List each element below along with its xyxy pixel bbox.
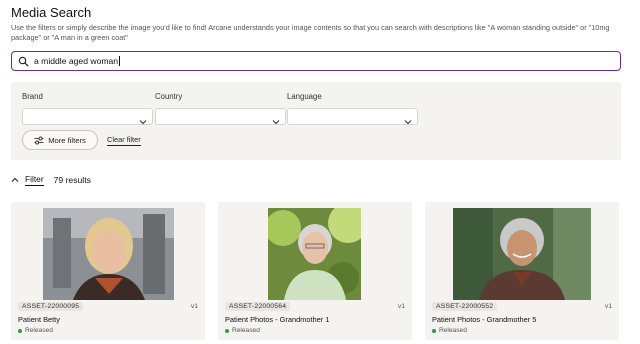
search-query-text: a middle aged woman [34, 56, 119, 66]
text-cursor [119, 56, 121, 66]
asset-version: v1 [190, 303, 198, 310]
filter-toggle[interactable]: Filter [25, 174, 44, 186]
asset-name: Patient Betty [18, 315, 60, 324]
asset-name: Patient Photos - Grandmother 1 [225, 315, 330, 324]
chevron-up-icon[interactable] [11, 176, 19, 184]
page-title: Media Search [11, 5, 92, 20]
asset-thumbnail[interactable] [43, 208, 174, 300]
asset-id: ASSET-22000552 [432, 302, 498, 311]
language-filter: Language [287, 92, 418, 125]
country-filter: Country [155, 92, 286, 125]
status-dot [18, 328, 22, 333]
asset-card[interactable]: ASSET-22000564 v1 Patient Photos - Grand… [218, 202, 412, 340]
sliders-icon [34, 136, 44, 145]
status-badge: Released [225, 327, 260, 334]
status-label: Released [25, 327, 53, 334]
chevron-down-icon [404, 113, 412, 125]
status-label: Released [232, 327, 260, 334]
status-badge: Released [432, 327, 467, 334]
language-select[interactable] [287, 108, 418, 125]
brand-filter: Brand [22, 92, 153, 125]
asset-thumbnail[interactable] [268, 208, 361, 300]
search-icon [18, 56, 29, 67]
more-filters-label: More filters [48, 135, 86, 145]
status-dot [225, 328, 229, 333]
country-label: Country [155, 92, 183, 101]
brand-label: Brand [22, 92, 43, 101]
search-input[interactable]: a middle aged woman [11, 51, 621, 71]
page-subtitle: Use the filters or simply describe the i… [11, 23, 610, 42]
clear-filter-link[interactable]: Clear filter [107, 135, 141, 146]
country-select[interactable] [155, 108, 286, 125]
asset-id: ASSET-22000095 [18, 302, 84, 311]
more-filters-button[interactable]: More filters [22, 130, 98, 150]
asset-thumbnail[interactable] [453, 208, 591, 300]
chevron-down-icon [139, 113, 147, 125]
chevron-down-icon [272, 113, 280, 125]
filter-panel: Brand Country Language More filters Clea… [11, 82, 621, 160]
status-label: Released [439, 327, 467, 334]
asset-version: v1 [604, 303, 612, 310]
asset-version: v1 [397, 303, 405, 310]
asset-card[interactable]: ASSET-22000552 v1 Patient Photos - Grand… [425, 202, 619, 340]
asset-name: Patient Photos - Grandmother 5 [432, 315, 537, 324]
asset-card[interactable]: ASSET-22000095 v1 Patient Betty Released [11, 202, 205, 340]
asset-id: ASSET-22000564 [225, 302, 291, 311]
results-count: 79 results [53, 175, 91, 185]
language-label: Language [287, 92, 322, 101]
brand-select[interactable] [22, 108, 153, 125]
status-badge: Released [18, 327, 53, 334]
status-dot [432, 328, 436, 333]
results-bar: Filter 79 results [11, 174, 91, 186]
